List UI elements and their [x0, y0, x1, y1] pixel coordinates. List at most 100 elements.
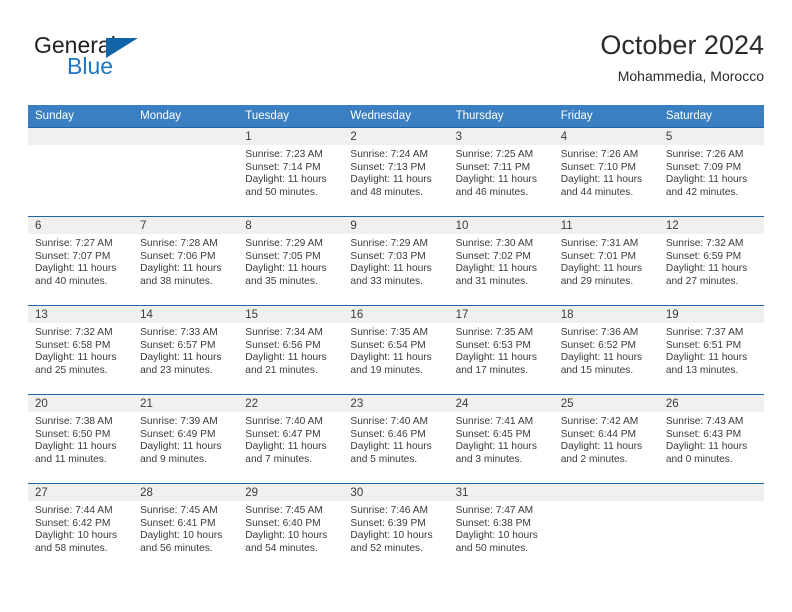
- day-cell-inner: [553, 484, 659, 572]
- day-number: 14: [133, 306, 239, 323]
- daylight-text-line1: Daylight: 11 hours: [350, 263, 432, 275]
- calendar-day-cell[interactable]: 11 Sunrise: 7:31 AM Sunset: 7:01 PM Dayligh…: [553, 216, 659, 306]
- sunset-text: Sunset: 7:11 PM: [455, 161, 531, 173]
- calendar-day-cell[interactable]: 28 Sunrise: 7:45 AM Sunset: 6:41 PM Dayligh…: [133, 483, 239, 572]
- daylight-text-line2: and 2 minutes.: [560, 453, 628, 465]
- calendar-day-cell[interactable]: 15 Sunrise: 7:34 AM Sunset: 6:56 PM Dayligh…: [238, 305, 344, 395]
- calendar-empty-cell: [553, 483, 659, 572]
- sunset-text: Sunset: 6:51 PM: [665, 339, 742, 351]
- sunset-text: Sunset: 6:41 PM: [140, 517, 216, 529]
- calendar-day-cell[interactable]: 5 Sunrise: 7:26 AM Sunset: 7:09 PM Daylight…: [658, 127, 764, 217]
- calendar-day-cell[interactable]: 21 Sunrise: 7:39 AM Sunset: 6:49 PM Dayligh…: [133, 394, 239, 484]
- calendar-day-cell[interactable]: 30 Sunrise: 7:46 AM Sunset: 6:39 PM Dayligh…: [343, 483, 449, 572]
- daylight-text-line1: Daylight: 11 hours: [455, 441, 537, 453]
- calendar-day-cell[interactable]: 9 Sunrise: 7:29 AM Sunset: 7:03 PM Daylight…: [343, 216, 449, 306]
- daylight-text-line2: and 58 minutes.: [35, 542, 108, 554]
- sunrise-text: Sunrise: 7:46 AM: [350, 505, 429, 516]
- calendar-day-cell[interactable]: 20 Sunrise: 7:38 AM Sunset: 6:50 PM Dayligh…: [28, 394, 134, 484]
- calendar-empty-cell: [658, 483, 764, 572]
- sunrise-text: Sunrise: 7:42 AM: [560, 416, 639, 427]
- sunrise-text: Sunrise: 7:44 AM: [35, 505, 113, 516]
- calendar-day-cell[interactable]: 23 Sunrise: 7:40 AM Sunset: 6:46 PM Dayligh…: [343, 394, 449, 484]
- calendar-day-cell[interactable]: 14 Sunrise: 7:33 AM Sunset: 6:57 PM Dayligh…: [133, 305, 239, 395]
- calendar-week-row: 27 Sunrise: 7:44 AM Sunset: 6:42 PM Dayligh…: [28, 483, 764, 572]
- daylight-text-line1: Daylight: 11 hours: [350, 441, 432, 453]
- sunrise-text: Sunrise: 7:27 AM: [35, 238, 113, 249]
- day-details: Sunrise: 7:26 AM Sunset: 7:10 PM Daylight:…: [554, 145, 659, 199]
- day-details: Sunrise: 7:41 AM Sunset: 6:45 PM Daylight:…: [449, 412, 554, 466]
- day-cell-inner: 16 Sunrise: 7:35 AM Sunset: 6:54 PM Dayligh…: [343, 306, 449, 394]
- daylight-text-line1: Daylight: 11 hours: [350, 352, 432, 364]
- daylight-text-line1: Daylight: 10 hours: [455, 530, 538, 542]
- general-blue-logo: General Blue: [34, 32, 214, 88]
- calendar-day-cell[interactable]: 25 Sunrise: 7:42 AM Sunset: 6:44 PM Dayligh…: [553, 394, 659, 484]
- sunset-text: Sunset: 6:46 PM: [350, 428, 426, 440]
- day-number: 17: [448, 306, 554, 323]
- day-details: Sunrise: 7:29 AM Sunset: 7:05 PM Daylight:…: [238, 234, 343, 288]
- calendar-day-cell[interactable]: 27 Sunrise: 7:44 AM Sunset: 6:42 PM Dayligh…: [28, 483, 134, 572]
- sunrise-text: Sunrise: 7:45 AM: [140, 505, 218, 516]
- day-number: 1: [238, 128, 344, 145]
- day-number: 15: [238, 306, 344, 323]
- sunset-text: Sunset: 7:10 PM: [560, 161, 637, 173]
- daylight-text-line1: Daylight: 11 hours: [560, 441, 643, 453]
- daylight-text-line1: Daylight: 11 hours: [560, 352, 643, 364]
- daylight-text-line1: Daylight: 11 hours: [455, 263, 537, 275]
- calendar-day-cell[interactable]: 13 Sunrise: 7:32 AM Sunset: 6:58 PM Dayligh…: [28, 305, 134, 395]
- day-number: 2: [343, 128, 449, 145]
- daylight-text-line1: Daylight: 11 hours: [560, 263, 643, 275]
- calendar-day-cell[interactable]: 26 Sunrise: 7:43 AM Sunset: 6:43 PM Dayligh…: [658, 394, 764, 484]
- sunset-text: Sunset: 7:01 PM: [560, 250, 637, 262]
- calendar-day-cell[interactable]: 10 Sunrise: 7:30 AM Sunset: 7:02 PM Dayligh…: [448, 216, 554, 306]
- day-number: 4: [553, 128, 659, 145]
- daylight-text-line1: Daylight: 10 hours: [245, 530, 328, 542]
- sunset-text: Sunset: 6:50 PM: [35, 428, 111, 440]
- sunrise-text: Sunrise: 7:39 AM: [140, 416, 218, 427]
- calendar-day-cell[interactable]: 29 Sunrise: 7:45 AM Sunset: 6:40 PM Dayligh…: [238, 483, 344, 572]
- day-details: Sunrise: 7:40 AM Sunset: 6:47 PM Daylight:…: [238, 412, 343, 466]
- day-cell-inner: 23 Sunrise: 7:40 AM Sunset: 6:46 PM Dayligh…: [343, 395, 449, 483]
- title-block: October 2024 Mohammedia, Morocco: [600, 28, 764, 86]
- calendar-day-cell[interactable]: 2 Sunrise: 7:24 AM Sunset: 7:13 PM Daylight…: [343, 127, 449, 217]
- sunset-text: Sunset: 7:05 PM: [245, 250, 321, 262]
- day-details: Sunrise: 7:47 AM Sunset: 6:38 PM Daylight:…: [449, 501, 554, 555]
- calendar-day-cell[interactable]: 12 Sunrise: 7:32 AM Sunset: 6:59 PM Dayligh…: [658, 216, 764, 306]
- sunrise-text: Sunrise: 7:36 AM: [560, 327, 639, 338]
- calendar-day-cell[interactable]: 19 Sunrise: 7:37 AM Sunset: 6:51 PM Dayligh…: [658, 305, 764, 395]
- sunset-text: Sunset: 6:54 PM: [350, 339, 426, 351]
- day-number: 21: [133, 395, 239, 412]
- daylight-text-line2: and 11 minutes.: [35, 453, 107, 465]
- sunset-text: Sunset: 6:58 PM: [35, 339, 111, 351]
- calendar-day-cell[interactable]: 8 Sunrise: 7:29 AM Sunset: 7:05 PM Daylight…: [238, 216, 344, 306]
- calendar-day-cell[interactable]: 3 Sunrise: 7:25 AM Sunset: 7:11 PM Daylight…: [448, 127, 554, 217]
- calendar-day-cell[interactable]: 31 Sunrise: 7:47 AM Sunset: 6:38 PM Dayligh…: [448, 483, 554, 572]
- daylight-text-line2: and 52 minutes.: [350, 542, 423, 554]
- day-details: Sunrise: 7:26 AM Sunset: 7:09 PM Daylight:…: [659, 145, 764, 199]
- calendar-day-cell[interactable]: 17 Sunrise: 7:35 AM Sunset: 6:53 PM Dayligh…: [448, 305, 554, 395]
- sunset-text: Sunset: 7:06 PM: [140, 250, 216, 262]
- day-details: Sunrise: 7:43 AM Sunset: 6:43 PM Daylight:…: [659, 412, 764, 466]
- sunrise-text: Sunrise: 7:40 AM: [245, 416, 323, 427]
- sunset-text: Sunset: 6:52 PM: [560, 339, 637, 351]
- calendar-day-cell[interactable]: 22 Sunrise: 7:40 AM Sunset: 6:47 PM Dayligh…: [238, 394, 344, 484]
- day-details: Sunrise: 7:32 AM Sunset: 6:58 PM Daylight:…: [28, 323, 133, 377]
- day-cell-inner: 22 Sunrise: 7:40 AM Sunset: 6:47 PM Dayligh…: [238, 395, 344, 483]
- day-number: 19: [658, 306, 764, 323]
- calendar-day-cell[interactable]: 18 Sunrise: 7:36 AM Sunset: 6:52 PM Dayligh…: [553, 305, 659, 395]
- sunrise-text: Sunrise: 7:32 AM: [665, 238, 744, 249]
- calendar-day-cell[interactable]: 16 Sunrise: 7:35 AM Sunset: 6:54 PM Dayligh…: [343, 305, 449, 395]
- daylight-text-line1: Daylight: 10 hours: [35, 530, 118, 542]
- calendar-day-cell[interactable]: 7 Sunrise: 7:28 AM Sunset: 7:06 PM Daylight…: [133, 216, 239, 306]
- calendar-day-cell[interactable]: 24 Sunrise: 7:41 AM Sunset: 6:45 PM Dayligh…: [448, 394, 554, 484]
- calendar-day-cell[interactable]: 1 Sunrise: 7:23 AM Sunset: 7:14 PM Daylight…: [238, 127, 344, 217]
- sunset-text: Sunset: 6:43 PM: [665, 428, 742, 440]
- day-cell-inner: 2 Sunrise: 7:24 AM Sunset: 7:13 PM Daylight…: [343, 128, 449, 216]
- day-cell-inner: 15 Sunrise: 7:34 AM Sunset: 6:56 PM Dayligh…: [238, 306, 344, 394]
- daylight-text-line1: Daylight: 10 hours: [140, 530, 223, 542]
- daylight-text-line1: Daylight: 11 hours: [140, 352, 222, 364]
- day-cell-inner: 19 Sunrise: 7:37 AM Sunset: 6:51 PM Dayligh…: [658, 306, 764, 394]
- calendar-day-cell[interactable]: 4 Sunrise: 7:26 AM Sunset: 7:10 PM Daylight…: [553, 127, 659, 217]
- sunset-text: Sunset: 7:09 PM: [665, 161, 742, 173]
- calendar-day-cell[interactable]: 6 Sunrise: 7:27 AM Sunset: 7:07 PM Daylight…: [28, 216, 134, 306]
- weekday-header-friday: Friday: [553, 105, 659, 128]
